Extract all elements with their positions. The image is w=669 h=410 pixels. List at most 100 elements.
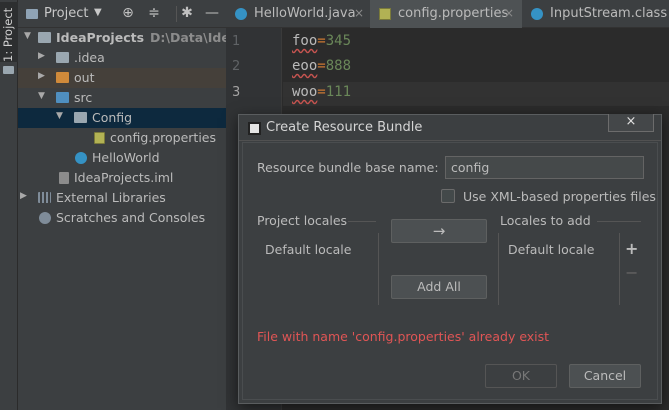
project-view-selector[interactable]: Project <box>44 6 88 21</box>
hide-panel-icon[interactable]: — <box>204 5 220 21</box>
expand-arrow-icon[interactable]: ▼ <box>38 91 45 101</box>
property-value: 345 <box>325 33 352 49</box>
error-message: File with name 'config.properties' alrea… <box>257 329 550 344</box>
tree-item-label: out <box>74 70 95 85</box>
tree-item-label: config.properties <box>110 130 217 145</box>
collapsed-arrow-icon[interactable]: ▶ <box>20 191 27 201</box>
line-number: 2 <box>232 59 241 74</box>
package-icon <box>74 112 87 123</box>
app-icon <box>248 122 261 135</box>
excluded-folder-icon <box>56 72 69 83</box>
property-key: foo <box>292 33 318 49</box>
xml-properties-checkbox-label[interactable]: Use XML-based properties files <box>463 189 656 204</box>
editor-tabs: HelloWorld.java × config.properties × In… <box>226 0 669 28</box>
tab-label: config.properties <box>398 6 509 21</box>
tree-item-label: Config <box>92 110 133 125</box>
line-number: 3 <box>232 85 241 100</box>
tree-item-scratches[interactable]: Scratches and Consoles <box>18 208 226 228</box>
tree-item-label: IdeaProjects.iml <box>74 170 174 185</box>
folder-icon <box>26 9 38 19</box>
scratch-icon <box>39 212 51 224</box>
close-button[interactable]: × <box>608 114 654 132</box>
folder-icon <box>3 66 14 74</box>
ok-button[interactable]: OK <box>485 364 557 388</box>
base-name-input[interactable] <box>445 156 644 179</box>
project-tool-tab[interactable]: 1: Project <box>0 2 18 62</box>
expand-arrow-icon[interactable]: ▼ <box>24 31 31 41</box>
divider <box>498 233 499 305</box>
source-folder-icon <box>56 92 69 103</box>
properties-file-icon <box>379 8 391 20</box>
collapsed-arrow-icon[interactable]: ▶ <box>38 71 45 81</box>
tab-label: InputStream.class <box>550 6 668 21</box>
create-resource-bundle-dialog: Create Resource Bundle × Resource bundle… <box>238 114 662 404</box>
tree-item-path-hint: D:\Data\IdeaPr <box>150 30 226 45</box>
tool-window-stripe: 1: Project <box>0 0 18 410</box>
collapsed-arrow-icon[interactable]: ▶ <box>38 51 45 61</box>
locale-to-add-item[interactable]: Default locale <box>508 242 594 257</box>
class-icon <box>235 8 247 20</box>
project-locales-label: Project locales <box>257 213 348 228</box>
tab-config-properties[interactable]: config.properties × <box>370 0 522 28</box>
tree-item-label: HelloWorld <box>92 150 160 165</box>
tree-item-out[interactable]: ▶ out <box>18 68 226 88</box>
gear-icon[interactable]: ✱ <box>179 5 195 21</box>
property-value: 888 <box>325 58 352 74</box>
dropdown-arrow-icon[interactable]: ▼ <box>94 7 102 18</box>
dialog-body: Resource bundle base name: Use XML-based… <box>242 142 658 400</box>
tree-item-idea[interactable]: ▶ .idea <box>18 48 226 68</box>
code-line[interactable]: eoo=888 <box>292 58 351 74</box>
code-line[interactable]: woo=111 <box>292 84 351 100</box>
toolbar-separator <box>176 6 177 22</box>
expand-arrow-icon[interactable]: ▼ <box>56 111 63 121</box>
tree-item-label: src <box>74 90 93 105</box>
xml-properties-checkbox[interactable] <box>441 189 455 203</box>
property-key: woo <box>292 84 318 100</box>
tab-helloworld-java[interactable]: HelloWorld.java × <box>226 0 370 28</box>
project-panel: Project ▼ ⊕ ≑ ✱ — ▼ IdeaProjects D:\Data\… <box>18 0 226 410</box>
tree-item-label: .idea <box>74 50 105 65</box>
tree-item-config-properties[interactable]: config.properties <box>18 128 226 148</box>
tab-label: HelloWorld.java <box>254 6 356 21</box>
tree-item-label: Scratches and Consoles <box>56 210 206 225</box>
module-file-icon <box>59 172 69 184</box>
close-icon[interactable]: × <box>354 6 364 20</box>
class-icon <box>531 8 543 20</box>
property-separator: = <box>317 33 326 49</box>
code-line[interactable]: foo=345 <box>292 33 351 49</box>
tree-item-ideaprojects[interactable]: ▼ IdeaProjectsD:\Data\IdeaPr <box>18 28 226 48</box>
divider <box>597 221 641 222</box>
close-icon[interactable]: × <box>504 6 514 20</box>
property-separator: = <box>317 84 326 100</box>
tree-item-label: IdeaProjectsD:\Data\IdeaPr <box>56 30 226 45</box>
tree-item-helloworld[interactable]: HelloWorld <box>18 148 226 168</box>
cancel-button[interactable]: Cancel <box>569 364 641 388</box>
collapse-all-icon[interactable]: ≑ <box>146 5 162 21</box>
project-panel-header: Project ▼ ⊕ ≑ ✱ — <box>18 0 226 28</box>
locate-target-icon[interactable]: ⊕ <box>120 5 136 21</box>
library-icon <box>38 192 51 203</box>
divider <box>378 233 379 305</box>
divider <box>348 221 376 222</box>
tree-item-iml[interactable]: IdeaProjects.iml <box>18 168 226 188</box>
tab-inputstream-class[interactable]: InputStream.class <box>522 0 669 28</box>
add-all-button[interactable]: Add All <box>391 275 487 299</box>
remove-locale-button[interactable]: − <box>625 263 638 282</box>
class-icon <box>75 152 87 164</box>
folder-icon <box>38 32 51 43</box>
tree-item-src[interactable]: ▼ src <box>18 88 226 108</box>
tree-item-config[interactable]: ▼ Config <box>18 108 226 128</box>
dialog-title: Create Resource Bundle <box>266 120 423 135</box>
property-key: eoo <box>292 58 318 74</box>
line-number: 1 <box>232 34 241 49</box>
properties-file-icon <box>94 132 105 144</box>
property-separator: = <box>317 58 326 74</box>
dialog-titlebar[interactable]: Create Resource Bundle × <box>239 114 661 141</box>
tree-item-label: External Libraries <box>56 190 166 205</box>
add-locale-button[interactable]: + <box>625 239 638 258</box>
project-locale-item[interactable]: Default locale <box>265 242 351 257</box>
project-tool-tab-label: 1: Project <box>1 7 15 62</box>
tree-item-external-libraries[interactable]: ▶ External Libraries <box>18 188 226 208</box>
base-name-label: Resource bundle base name: <box>257 160 439 175</box>
move-locale-button[interactable]: → <box>391 219 487 243</box>
